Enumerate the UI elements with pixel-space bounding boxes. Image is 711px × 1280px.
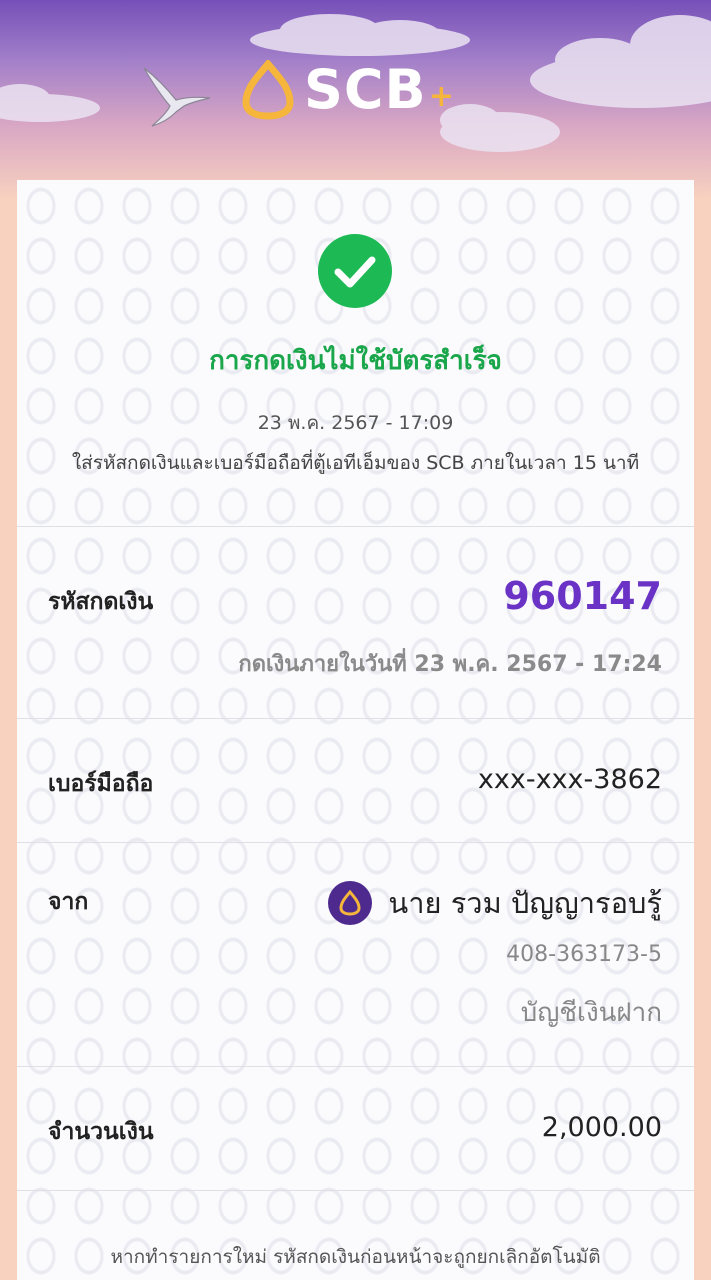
brand-name: SCB bbox=[304, 58, 427, 121]
instruction-text: ใส่รหัสกดเงินและเบอร์มือถือที่ตู้เอทีเอ็… bbox=[71, 452, 640, 474]
account-number: 408-363173-5 bbox=[506, 942, 662, 967]
phone-label: เบอร์มือถือ bbox=[48, 771, 154, 797]
lotus-icon bbox=[339, 890, 361, 916]
checkmark-icon bbox=[334, 256, 376, 288]
divider bbox=[17, 1190, 694, 1191]
bird-icon bbox=[143, 67, 211, 127]
footer-note: หากทำรายการใหม่ รหัสกดเงินก่อนหน้าจะถูกย… bbox=[110, 1246, 601, 1268]
receipt-card: การกดเงินไม่ใช้บัตรสำเร็จ 23 พ.ค. 2567 -… bbox=[17, 180, 694, 1280]
divider bbox=[17, 718, 694, 719]
scb-logo: SCB + bbox=[240, 58, 454, 121]
scb-account-icon bbox=[328, 881, 373, 925]
amount-label: จำนวนเงิน bbox=[48, 1119, 154, 1145]
account-holder-name: นาย รวม ปัญญารอบรู้ bbox=[388, 886, 662, 920]
scb-lotus-icon bbox=[242, 59, 294, 120]
divider bbox=[17, 1066, 694, 1067]
success-badge bbox=[318, 234, 392, 308]
withdrawal-code-label: รหัสกดเงิน bbox=[48, 589, 154, 615]
from-account: นาย รวม ปัญญารอบรู้ bbox=[328, 880, 662, 926]
withdrawal-expiry: กดเงินภายในวันที่ 23 พ.ค. 2567 - 17:24 bbox=[238, 652, 662, 677]
header-banner: SCB + bbox=[0, 0, 711, 200]
transaction-datetime: 23 พ.ค. 2567 - 17:09 bbox=[257, 412, 454, 434]
amount-value: 2,000.00 bbox=[541, 1112, 662, 1143]
divider bbox=[17, 842, 694, 843]
phone-value: xxx-xxx-3862 bbox=[477, 764, 662, 795]
status-title: การกดเงินไม่ใช้บัตรสำเร็จ bbox=[209, 346, 502, 376]
from-label: จาก bbox=[48, 889, 89, 915]
brand-plus: + bbox=[428, 79, 454, 114]
withdrawal-code-value: 960147 bbox=[503, 574, 662, 618]
account-type: บัญชีเงินฝาก bbox=[520, 998, 662, 1028]
divider bbox=[17, 526, 694, 527]
